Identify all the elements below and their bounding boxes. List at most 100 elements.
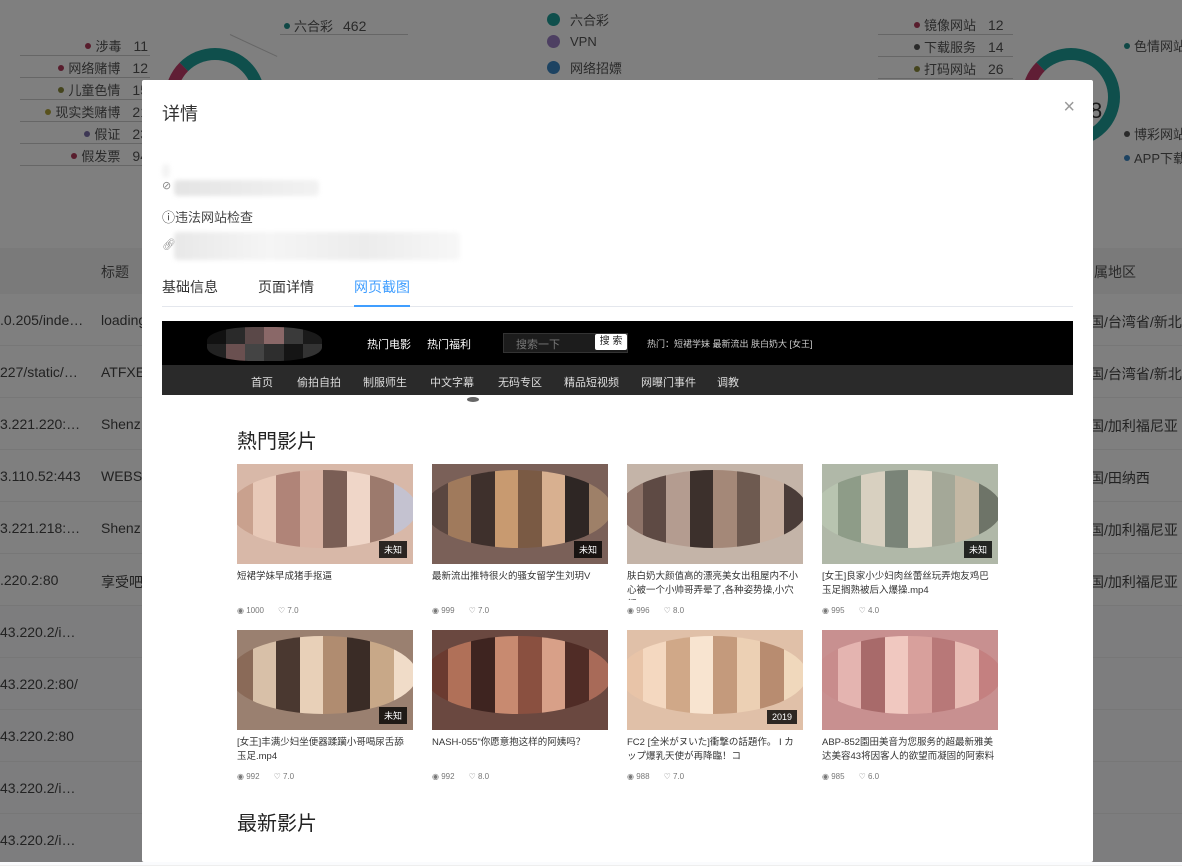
video-meta: ◉ 995 ♡ 4.0 — [822, 606, 998, 615]
redacted-line — [162, 164, 170, 178]
video-thumbnail: 未知 — [237, 464, 413, 564]
heart-icon: ♡ — [278, 606, 288, 615]
video-card: 肤白奶大颜值高的漂亮美女出租屋内不小心被一个小帅哥弄晕了,各种姿势操,小穴都 ◉… — [627, 464, 803, 615]
views-count: ◉ 996 — [627, 606, 650, 615]
pixelated-mosaic — [432, 470, 608, 548]
pixelated-mosaic — [432, 636, 608, 714]
video-meta: ◉ 996 ♡ 8.0 — [627, 606, 803, 615]
pixelated-mosaic — [237, 636, 413, 714]
video-meta: ◉ 988 ♡ 7.0 — [627, 772, 803, 781]
eye-icon: ◉ — [432, 606, 442, 615]
site-nav-item: 首页 — [251, 377, 273, 389]
site-hot-links: 热门：短裙学妹 最新流出 肤白奶大 [女王] — [647, 339, 813, 349]
views-count: ◉ 985 — [822, 772, 845, 781]
check-label: ⓘ违法网站检查 — [162, 210, 254, 225]
redacted-domain — [174, 180, 319, 196]
video-thumbnail: 未知 — [432, 464, 608, 564]
heart-icon: ♡ — [663, 772, 673, 781]
video-title: ABP-852園田美音为您服务的超最新雅美达美容43将因客人的欲望而凝固的阿索料 — [822, 737, 995, 762]
video-meta: ◉ 999 ♡ 7.0 — [432, 606, 608, 615]
pixelated-mosaic — [237, 470, 413, 548]
likes-count: ♡ 8.0 — [468, 772, 490, 781]
video-title: FC2 [全米がヌいた]衝撃の話題作。 I カップ爆乳天使が再降臨！コ — [627, 737, 794, 762]
heart-icon: ♡ — [663, 606, 673, 615]
heart-icon: ♡ — [273, 772, 283, 781]
views-count: ◉ 999 — [432, 606, 455, 615]
video-card: 未知 最新流出推特很火的骚女留学生刘玥V ◉ 999 ♡ 7.0 — [432, 464, 608, 615]
tab-webpage-screenshot[interactable]: 网页截图 — [354, 277, 410, 307]
heart-icon: ♡ — [858, 772, 868, 781]
likes-count: ♡ 7.0 — [273, 772, 295, 781]
pixelated-mosaic — [822, 470, 998, 548]
video-meta: ◉ 992 ♡ 8.0 — [432, 772, 608, 781]
video-title: NASH-055"你愿意抱这样的阿姨吗？ — [432, 737, 586, 748]
pixelated-mosaic — [627, 636, 803, 714]
section-hot-movies-title: 熱門影片 — [237, 429, 317, 453]
site-link-hot-movies: 热门电影 — [367, 339, 411, 351]
modal-tabs: 基础信息 页面详情 网页截图 — [162, 277, 1073, 307]
video-card: ABP-852園田美音为您服务的超最新雅美达美容43将因客人的欲望而凝固的阿索料… — [822, 630, 998, 781]
video-thumbnail: 2019 — [627, 630, 803, 730]
video-title: 短裙学妹早成猪手抠逼 — [237, 571, 333, 582]
video-card: NASH-055"你愿意抱这样的阿姨吗？ ◉ 992 ♡ 8.0 — [432, 630, 608, 781]
video-meta: ◉ 985 ♡ 6.0 — [822, 772, 998, 781]
tab-basic-info[interactable]: 基础信息 — [162, 277, 218, 307]
pixelated-mosaic — [822, 636, 998, 714]
redacted-url — [174, 232, 460, 260]
video-card: 未知 短裙学妹早成猪手抠逼 ◉ 1000 ♡ 7.0 — [237, 464, 413, 615]
eye-icon: ◉ — [627, 606, 637, 615]
views-count: ◉ 992 — [237, 772, 260, 781]
heart-icon: ♡ — [858, 606, 868, 615]
domain-link-icon: ⊘ — [162, 180, 172, 192]
video-thumbnail: 未知 — [822, 464, 998, 564]
video-tag: 未知 — [573, 541, 602, 558]
likes-count: ♡ 4.0 — [858, 606, 880, 615]
webpage-screenshot: 热门电影 热门福利 搜索一下 搜 索 热门：短裙学妹 最新流出 肤白奶大 [女王… — [162, 321, 1073, 862]
video-title: [女王]丰满少妇坐便器蹂躏小哥喝尿舌舔玉足.mp4 — [237, 737, 404, 762]
section-latest-movies-title: 最新影片 — [237, 811, 317, 835]
site-nav-item: 中文字幕 — [430, 377, 474, 389]
modal-title: 详情 — [162, 104, 198, 124]
likes-count: ♡ 7.0 — [468, 606, 490, 615]
eye-icon: ◉ — [822, 606, 832, 615]
likes-count: ♡ 8.0 — [663, 606, 685, 615]
video-tag: 未知 — [378, 541, 407, 558]
video-meta: ◉ 992 ♡ 7.0 — [237, 772, 413, 781]
site-nav-bar: 首页 偷拍自拍 制服师生 中文字幕 无码专区 精品短视频 网曝门事件 调教 — [162, 365, 1073, 395]
likes-count: ♡ 7.0 — [663, 772, 685, 781]
views-count: ◉ 1000 — [237, 606, 264, 615]
site-nav-item: 网曝门事件 — [641, 377, 696, 389]
tab-page-detail[interactable]: 页面详情 — [258, 277, 314, 307]
site-nav-item: 无码专区 — [498, 377, 542, 389]
eye-icon: ◉ — [237, 606, 247, 615]
video-title: 最新流出推特很火的骚女留学生刘玥V — [432, 571, 591, 582]
likes-count: ♡ 7.0 — [278, 606, 299, 615]
video-card: 未知 [女王]良家小少妇肉丝蕾丝玩弄炮友鸡巴玉足搁熟被后入爆操.mp4 ◉ 99… — [822, 464, 998, 615]
likes-count: ♡ 6.0 — [858, 772, 880, 781]
eye-icon: ◉ — [822, 772, 832, 781]
heart-icon: ♡ — [468, 772, 478, 781]
views-count: ◉ 992 — [432, 772, 455, 781]
site-nav-item: 偷拍自拍 — [297, 377, 341, 389]
heart-icon: ♡ — [468, 606, 478, 615]
site-nav-item: 精品短视频 — [564, 377, 619, 389]
video-card: 未知 [女王]丰满少妇坐便器蹂躏小哥喝尿舌舔玉足.mp4 ◉ 992 ♡ 7.0 — [237, 630, 413, 781]
site-link-hot-welfare: 热门福利 — [427, 339, 471, 351]
eye-icon: ◉ — [627, 772, 637, 781]
site-header: 热门电影 热门福利 搜索一下 搜 索 热门：短裙学妹 最新流出 肤白奶大 [女王… — [162, 321, 1073, 365]
video-thumbnail: 未知 — [237, 630, 413, 730]
detail-modal: 详情 × ⊘ ⓘ违法网站检查 🔗︎ 基础信息 页面详情 网页截图 热门电影 热门… — [142, 80, 1093, 862]
close-icon[interactable]: × — [1063, 96, 1075, 119]
video-thumbnail — [822, 630, 998, 730]
site-logo-mosaic — [207, 327, 322, 361]
small-icon — [467, 397, 479, 402]
views-count: ◉ 988 — [627, 772, 650, 781]
video-title: 肤白奶大颜值高的漂亮美女出租屋内不小心被一个小帅哥弄晕了,各种姿势操,小穴都 — [627, 571, 799, 600]
video-tag: 2019 — [766, 710, 797, 724]
site-nav-item: 制服师生 — [363, 377, 407, 389]
site-nav-item: 调教 — [717, 377, 739, 389]
video-tag: 未知 — [963, 541, 992, 558]
video-thumbnail — [432, 630, 608, 730]
video-thumbnail — [627, 464, 803, 564]
eye-icon: ◉ — [237, 772, 247, 781]
